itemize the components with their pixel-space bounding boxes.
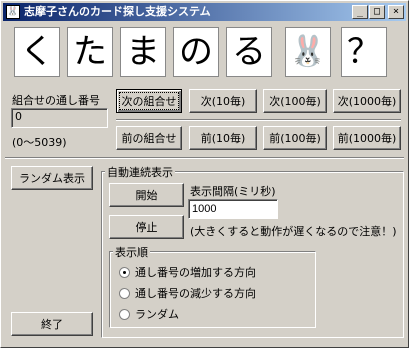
exit-button[interactable]: 終了: [11, 312, 93, 336]
rabbit-app-icon: 🐰: [6, 5, 20, 19]
nav-separator: [116, 119, 401, 121]
serial-label: 組合せの通し番号: [12, 94, 100, 107]
minimize-button[interactable]: _: [352, 5, 368, 19]
card-5: る: [226, 27, 272, 77]
close-button[interactable]: ×: [388, 5, 404, 19]
radio-unselected-icon: [119, 309, 130, 320]
order-increase-label: 通し番号の増加する方向: [135, 266, 256, 279]
card-4: の: [173, 27, 219, 77]
next-100-button[interactable]: 次(100毎): [263, 89, 327, 113]
radio-selected-icon: [119, 267, 130, 278]
card-2: た: [67, 27, 113, 77]
prev-10-button[interactable]: 前(10毎): [189, 126, 257, 150]
next-10-button[interactable]: 次(10毎): [189, 89, 257, 113]
window-title: 志摩子さんのカード探し支援システム: [24, 5, 211, 18]
radio-unselected-icon: [119, 288, 130, 299]
serial-range-label: (0〜5039): [12, 136, 67, 149]
prev-100-button[interactable]: 前(100毎): [263, 126, 327, 150]
interval-input[interactable]: [188, 199, 278, 219]
interval-label: 表示間隔(ミリ秒): [190, 185, 276, 198]
next-combination-button[interactable]: 次の組合せ: [116, 89, 182, 113]
serial-number-field: 0: [11, 108, 108, 128]
card-3: ま: [120, 27, 166, 77]
card-1: く: [14, 27, 60, 77]
main-window: 🐰 志摩子さんのカード探し支援システム _ □ × く た ま の る 🐰 ？ …: [0, 0, 409, 348]
start-button[interactable]: 開始: [109, 183, 184, 207]
next-1000-button[interactable]: 次(1000毎): [333, 89, 401, 113]
order-random-radio[interactable]: ランダム: [119, 306, 179, 322]
auto-display-title: 自動連続表示: [105, 164, 175, 180]
card-6-rabbit-icon: 🐰: [285, 27, 331, 77]
order-title: 表示順: [113, 244, 150, 260]
order-decrease-radio[interactable]: 通し番号の減少する方向: [119, 285, 256, 301]
maximize-button[interactable]: □: [369, 5, 385, 19]
prev-1000-button[interactable]: 前(1000毎): [333, 126, 401, 150]
interval-note: (大きくすると動作が遅くなるので注意！): [190, 225, 397, 238]
main-separator: [5, 157, 404, 159]
order-decrease-label: 通し番号の減少する方向: [135, 287, 256, 300]
card-7: ？: [341, 27, 387, 77]
random-display-button[interactable]: ランダム表示: [11, 166, 93, 190]
title-bar[interactable]: 🐰 志摩子さんのカード探し支援システム _ □ ×: [3, 3, 406, 21]
order-increase-radio[interactable]: 通し番号の増加する方向: [119, 264, 256, 280]
prev-combination-button[interactable]: 前の組合せ: [116, 126, 182, 150]
stop-button[interactable]: 停止: [109, 215, 184, 239]
order-random-label: ランダム: [135, 308, 179, 321]
